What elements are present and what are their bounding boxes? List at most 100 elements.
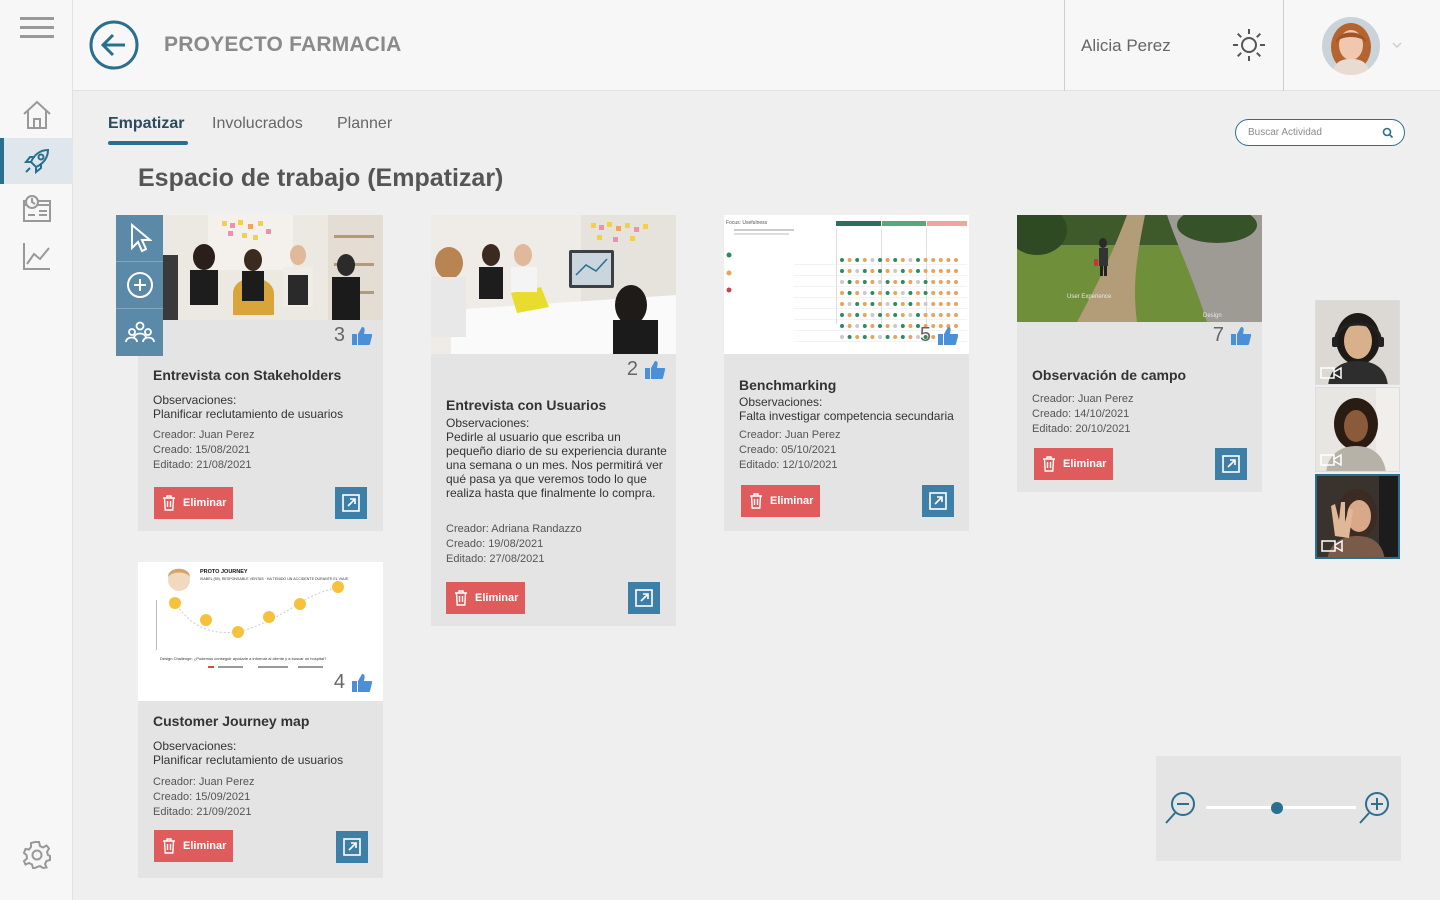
benchmark-dot <box>954 302 958 306</box>
open-button[interactable] <box>336 831 368 863</box>
activity-card[interactable]: User Experience Design 7 Observación de … <box>1017 215 1262 492</box>
zoom-in-icon[interactable] <box>1358 790 1392 826</box>
video-camera-icon[interactable] <box>1321 539 1343 553</box>
open-button[interactable] <box>922 485 954 517</box>
tab-planner[interactable]: Planner <box>337 115 392 133</box>
menu-button[interactable] <box>0 5 73 51</box>
activity-card[interactable]: Focus: Usefulness 5 Benchmarking Observa… <box>724 215 969 531</box>
likes-counter[interactable]: 7 <box>1213 324 1252 347</box>
benchmark-dot <box>938 269 943 273</box>
observations-label: Observaciones: <box>739 395 823 409</box>
creator-text: Creador: Juan Perez <box>153 429 255 441</box>
external-link-icon <box>1222 455 1240 473</box>
benchmark-dot <box>900 335 905 339</box>
open-button[interactable] <box>335 487 367 519</box>
benchmark-dot <box>878 258 882 262</box>
likes-counter[interactable]: 3 <box>334 324 373 347</box>
benchmark-dot <box>855 280 860 284</box>
observations-text: Falta investigar competencia secundaria <box>739 409 954 423</box>
likes-counter[interactable]: 2 <box>627 358 666 381</box>
benchmark-dot <box>893 280 898 284</box>
benchmark-dot <box>870 313 875 317</box>
chevron-down-icon[interactable] <box>1391 38 1403 50</box>
delete-button[interactable]: Eliminar <box>741 485 820 517</box>
search-input[interactable] <box>1248 124 1378 141</box>
benchmark-dot <box>870 291 875 295</box>
benchmark-dot <box>878 280 882 284</box>
benchmark-dot <box>847 324 852 328</box>
activity-card[interactable]: PROTO JOURNEY ISABEL (55), RESPONSABLE V… <box>138 562 383 878</box>
sidebar-item-settings[interactable] <box>0 832 73 878</box>
benchmark-dot <box>900 324 905 328</box>
group-tool-button[interactable] <box>116 309 163 356</box>
likes-counter[interactable]: 4 <box>334 671 373 694</box>
open-button[interactable] <box>1215 448 1247 480</box>
benchmark-dot <box>862 335 867 339</box>
menu-icon <box>19 17 54 38</box>
open-button[interactable] <box>628 582 660 614</box>
tab-involucrados[interactable]: Involucrados <box>212 115 303 133</box>
activity-card[interactable]: 2 Entrevista con Usuarios Observaciones:… <box>431 215 676 626</box>
home-icon <box>22 100 51 129</box>
journey-subtitle: ISABEL (55), RESPONSABLE VENTAS · HA TEN… <box>200 577 349 581</box>
benchmark-dot <box>908 258 913 262</box>
card-title: Entrevista con Stakeholders <box>153 367 342 383</box>
card-title: Entrevista con Usuarios <box>446 397 607 413</box>
benchmark-dot <box>862 258 867 262</box>
cursor-icon <box>130 223 152 253</box>
benchmark-dot <box>893 291 898 295</box>
benchmark-dot <box>946 313 951 317</box>
zoom-slider-handle[interactable] <box>1270 802 1283 814</box>
sidebar-item-rocket[interactable] <box>0 138 73 184</box>
select-tool-button[interactable] <box>116 215 163 262</box>
video-participant[interactable] <box>1315 387 1400 472</box>
benchmark-dot <box>893 258 898 262</box>
card-image <box>138 215 383 320</box>
delete-button[interactable]: Eliminar <box>154 487 233 519</box>
sidebar-item-home[interactable] <box>0 92 73 138</box>
sidebar-item-chart[interactable] <box>0 233 73 279</box>
video-participant[interactable] <box>1315 300 1400 385</box>
benchmark-dot <box>855 258 860 262</box>
benchmark-dot <box>840 269 844 273</box>
delete-button[interactable]: Eliminar <box>154 830 233 862</box>
theme-toggle-button[interactable] <box>1231 27 1267 63</box>
benchmark-dot <box>885 291 890 295</box>
delete-button[interactable]: Eliminar <box>446 582 525 614</box>
thumbs-up-icon <box>645 360 666 379</box>
sidebar-item-dashboard[interactable] <box>0 186 73 232</box>
benchmark-dot <box>885 280 890 284</box>
benchmark-dot <box>855 324 860 328</box>
benchmark-dot <box>870 269 875 273</box>
benchmark-dot <box>878 324 882 328</box>
benchmark-dot <box>847 258 852 262</box>
edited-date: Editado: 20/10/2021 <box>1032 423 1131 435</box>
benchmark-dot <box>840 302 844 306</box>
zoom-out-icon[interactable] <box>1164 790 1198 826</box>
likes-counter[interactable]: 5 <box>920 324 959 347</box>
card-title: Benchmarking <box>739 377 837 393</box>
delete-button[interactable]: Eliminar <box>1034 448 1113 480</box>
benchmark-dot <box>855 269 860 273</box>
activity-card[interactable]: 3 Entrevista con Stakeholders Observacio… <box>138 215 383 531</box>
top-header: PROYECTO FARMACIA Alicia Perez <box>73 0 1440 91</box>
search-icon[interactable] <box>1382 127 1394 139</box>
video-camera-icon[interactable] <box>1320 453 1342 467</box>
avatar[interactable] <box>1322 17 1380 75</box>
benchmark-dot <box>878 291 882 295</box>
video-participant[interactable] <box>1315 474 1400 559</box>
video-camera-icon[interactable] <box>1320 366 1342 380</box>
benchmark-dot <box>862 324 867 328</box>
workspace-title: Espacio de trabajo (Empatizar) <box>138 164 504 192</box>
image-overlay-text: Design <box>1203 313 1222 319</box>
benchmark-dot <box>893 335 898 339</box>
tab-empatizar[interactable]: Empatizar <box>108 115 184 133</box>
creator-text: Creador: Juan Perez <box>1032 393 1134 405</box>
tool-palette <box>116 215 163 356</box>
card-image: User Experience Design <box>1017 215 1262 322</box>
created-date: Creado: 05/10/2021 <box>739 444 837 456</box>
benchmark-dot <box>908 280 913 284</box>
back-button[interactable] <box>89 20 139 70</box>
add-tool-button[interactable] <box>116 262 163 309</box>
edited-date: Editado: 12/10/2021 <box>739 459 838 471</box>
